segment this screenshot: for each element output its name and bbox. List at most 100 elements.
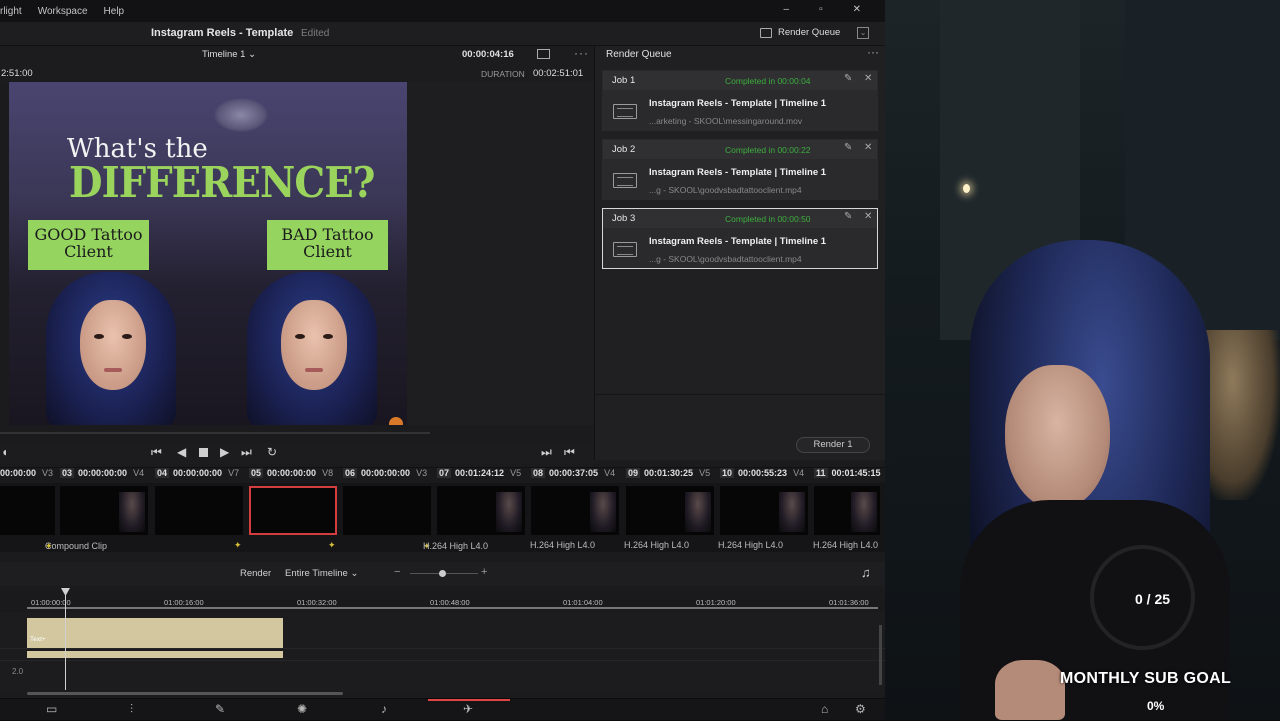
clip-timecode-strip: 00:00:00 V3 03 00:00:00:00 V4 04 00:00:00:00… xyxy=(0,467,885,483)
settings-gear-icon[interactable]: ⚙ xyxy=(855,702,866,716)
render-all-button[interactable]: Render 1 xyxy=(796,437,870,453)
remove-job-icon[interactable]: ✕ xyxy=(864,73,872,84)
job-status: Completed in 00:00:22 xyxy=(725,145,811,155)
clip-header: 00:00:00 V3 xyxy=(0,468,54,478)
clip-thumbnail-selected[interactable] xyxy=(249,486,337,535)
clip-thumbnail[interactable] xyxy=(720,486,808,535)
ruler-tick: 01:01:20:00 xyxy=(696,598,736,607)
prev-clip-icon[interactable]: ⏮ xyxy=(151,445,162,460)
audio-mixer-icon[interactable]: ♫ xyxy=(861,565,871,580)
clip-header: 06 00:00:00:00 V3 xyxy=(343,468,428,478)
job-name: Job 2 xyxy=(612,144,636,155)
clip-label: H.264 High L4.0 xyxy=(813,540,879,550)
video-viewer[interactable]: What's the DIFFERENCE? GOOD Tattoo Clien… xyxy=(9,82,407,425)
render-queue-button[interactable]: Render Queue xyxy=(760,27,840,38)
loop-icon[interactable]: ↻ xyxy=(267,445,277,459)
zoom-slider-handle[interactable] xyxy=(439,570,446,577)
stop-icon[interactable] xyxy=(199,448,208,457)
timeline-ruler[interactable]: 01:00:00:00 01:00:16:00 01:00:32:00 01:0… xyxy=(0,590,885,612)
remove-job-icon[interactable]: ✕ xyxy=(864,142,872,153)
transport-controls: ◖ ⏮ ◀ ▶ ⏭ ↻ ⏭ ⏮ xyxy=(0,442,594,464)
chevron-down-icon: ⌄ xyxy=(248,49,257,60)
clip-label: H.264 High L4.0 xyxy=(624,540,690,550)
zoom-out-icon[interactable]: − xyxy=(394,566,400,578)
timeline-selector[interactable]: Timeline 1 ⌄ xyxy=(202,49,256,60)
remove-job-icon[interactable]: ✕ xyxy=(864,211,872,222)
render-job-3[interactable]: Job 3 Completed in 00:00:50 ✎ ✕ Instagra… xyxy=(602,208,878,269)
go-start-icon[interactable]: ⏮ xyxy=(564,445,575,460)
close-icon[interactable]: ✕ xyxy=(853,4,861,15)
job-title: Instagram Reels - Template | Timeline 1 xyxy=(649,167,827,178)
ceiling-lamp xyxy=(214,98,268,132)
window-controls: – ▫ ✕ xyxy=(784,4,878,15)
cut-icon[interactable]: ⫶ xyxy=(130,702,133,717)
audio-icon[interactable]: ◖ xyxy=(1,445,8,459)
render-range-select[interactable]: Entire Timeline ⌄ xyxy=(285,568,358,579)
ruler-tick: 01:00:16:00 xyxy=(164,598,204,607)
job-path: ...arketing - SKOOL\messingaround.mov xyxy=(649,116,803,126)
fx-icon: ✦ xyxy=(328,540,336,550)
fusion-icon[interactable]: ✺ xyxy=(297,702,307,716)
menu-item-help[interactable]: Help xyxy=(104,6,125,17)
render-job-1[interactable]: Job 1 Completed in 00:00:04 ✎ ✕ Instagra… xyxy=(602,70,878,131)
deliver-icon[interactable]: ✈ xyxy=(463,702,473,716)
job-status: Completed in 00:00:50 xyxy=(725,214,811,224)
zoom-in-icon[interactable]: + xyxy=(481,566,487,578)
edited-status: Edited xyxy=(301,28,330,39)
clip-thumbnail[interactable] xyxy=(531,486,619,535)
next-clip-icon[interactable]: ⏭ xyxy=(241,445,252,460)
clip-header: 09 00:01:30:25 V5 xyxy=(626,468,711,478)
project-title: Instagram Reels - Template xyxy=(151,27,294,39)
clip-header: 10 00:00:55:23 V4 xyxy=(720,468,805,478)
maximize-icon[interactable]: ▫ xyxy=(819,4,823,15)
clip-thumbnail[interactable] xyxy=(60,486,148,535)
job-name: Job 3 xyxy=(612,213,636,224)
viewer-scrubber[interactable] xyxy=(0,432,430,434)
job-status: Completed in 00:00:04 xyxy=(725,76,811,86)
clip-thumbnail[interactable] xyxy=(0,486,55,535)
home-icon[interactable]: ⌂ xyxy=(821,702,828,716)
viewer-timecode: 00:00:04:16 xyxy=(462,49,514,60)
edit-icon[interactable]: ✎ xyxy=(215,702,225,716)
edit-job-icon[interactable]: ✎ xyxy=(844,211,852,222)
menu-item-fairlight[interactable]: rlight xyxy=(0,6,22,17)
expand-icon[interactable]: ⌄ xyxy=(857,27,869,39)
clip-label: H.264 High L4.0 xyxy=(530,540,596,550)
clip-thumbnail[interactable] xyxy=(626,486,714,535)
chevron-down-icon: ⌄ xyxy=(350,568,359,579)
film-icon xyxy=(613,173,637,188)
job-title: Instagram Reels - Template | Timeline 1 xyxy=(649,98,827,109)
color-icon[interactable]: ♪ xyxy=(381,702,387,716)
ruler-tick: 01:00:48:00 xyxy=(430,598,470,607)
titlebar: Instagram Reels - Template Edited Render… xyxy=(0,22,885,46)
go-end-icon[interactable]: ⏭ xyxy=(541,445,552,460)
clip-thumbnail[interactable] xyxy=(343,486,431,535)
menubar: rlight Workspace Help – ▫ ✕ xyxy=(0,0,885,22)
menu-item-workspace[interactable]: Workspace xyxy=(38,6,88,17)
clip-thumbnails xyxy=(0,483,885,539)
wall-light xyxy=(963,184,970,193)
minimize-icon[interactable]: – xyxy=(784,4,790,15)
timeline-horizontal-scrollbar[interactable] xyxy=(27,692,343,695)
label-bad-client: BAD Tattoo Client xyxy=(267,220,388,270)
clip-header: 07 00:01:24:12 V5 xyxy=(437,468,522,478)
clip-thumbnail[interactable] xyxy=(814,486,880,535)
job-path: ...g - SKOOL\goodvsbadtattooclient.mp4 xyxy=(649,254,802,264)
streamer-face xyxy=(1005,365,1110,510)
playhead[interactable] xyxy=(65,590,66,690)
viewer-options-icon[interactable]: ··· xyxy=(574,46,589,60)
media-icon[interactable]: ▭ xyxy=(46,702,57,716)
render-job-2[interactable]: Job 2 Completed in 00:00:22 ✎ ✕ Instagra… xyxy=(602,139,878,200)
timeline-vertical-scrollbar[interactable] xyxy=(879,625,882,685)
edit-job-icon[interactable]: ✎ xyxy=(844,142,852,153)
clip-thumbnail[interactable] xyxy=(437,486,525,535)
viewer-mode-icon[interactable] xyxy=(537,49,550,59)
render-queue-options-icon[interactable]: ··· xyxy=(867,45,879,59)
webcam-overlay: 0 / 25 MONTHLY SUB GOAL 0% xyxy=(885,0,1280,720)
job-name: Job 1 xyxy=(612,75,636,86)
play-icon[interactable]: ▶ xyxy=(220,445,229,459)
step-back-icon[interactable]: ◀ xyxy=(177,445,186,459)
clip-thumbnail[interactable] xyxy=(155,486,243,535)
edit-job-icon[interactable]: ✎ xyxy=(844,73,852,84)
job-title: Instagram Reels - Template | Timeline 1 xyxy=(649,236,827,247)
